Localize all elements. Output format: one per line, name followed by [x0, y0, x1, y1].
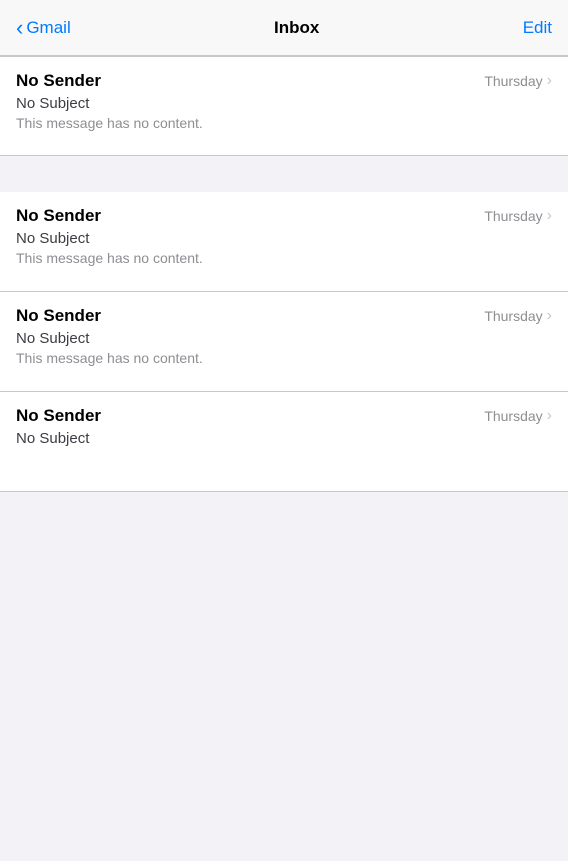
- email-date: Thursday: [484, 408, 542, 424]
- group-spacer: [0, 156, 568, 192]
- email-item[interactable]: No Sender Thursday › No Subject This mes…: [0, 56, 568, 156]
- email-header: No Sender Thursday ›: [16, 206, 552, 226]
- email-header: No Sender Thursday ›: [16, 406, 552, 426]
- back-label: Gmail: [26, 18, 70, 38]
- navigation-bar: ‹ Gmail Inbox Edit: [0, 0, 568, 56]
- email-subject: No Subject: [16, 95, 552, 112]
- email-item[interactable]: No Sender Thursday › No Subject This mes…: [0, 192, 568, 292]
- email-sender: No Sender: [16, 306, 101, 326]
- page-title: Inbox: [71, 18, 523, 38]
- email-date-container: Thursday ›: [484, 208, 552, 224]
- back-chevron-icon: ‹: [16, 17, 23, 39]
- email-subject: No Subject: [16, 330, 552, 347]
- chevron-right-icon: ›: [547, 308, 552, 324]
- email-header: No Sender Thursday ›: [16, 71, 552, 91]
- email-preview: This message has no content.: [16, 250, 552, 266]
- email-item[interactable]: No Sender Thursday › No Subject: [0, 392, 568, 492]
- edit-button[interactable]: Edit: [523, 18, 552, 38]
- email-date: Thursday: [484, 73, 542, 89]
- chevron-right-icon: ›: [547, 408, 552, 424]
- email-subject: No Subject: [16, 430, 552, 447]
- chevron-right-icon: ›: [547, 73, 552, 89]
- chevron-right-icon: ›: [547, 208, 552, 224]
- email-sender: No Sender: [16, 206, 101, 226]
- email-sender: No Sender: [16, 71, 101, 91]
- email-date-container: Thursday ›: [484, 408, 552, 424]
- email-subject: No Subject: [16, 230, 552, 247]
- email-list: No Sender Thursday › No Subject This mes…: [0, 56, 568, 492]
- email-header: No Sender Thursday ›: [16, 306, 552, 326]
- email-date-container: Thursday ›: [484, 308, 552, 324]
- email-date: Thursday: [484, 208, 542, 224]
- email-date: Thursday: [484, 308, 542, 324]
- email-preview: This message has no content.: [16, 115, 552, 131]
- email-date-container: Thursday ›: [484, 73, 552, 89]
- email-preview: This message has no content.: [16, 350, 552, 366]
- email-sender: No Sender: [16, 406, 101, 426]
- back-button[interactable]: ‹ Gmail: [16, 17, 71, 39]
- email-item[interactable]: No Sender Thursday › No Subject This mes…: [0, 292, 568, 392]
